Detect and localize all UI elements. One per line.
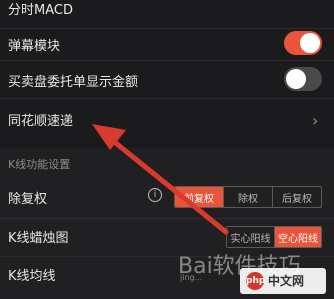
- danmu-toggle[interactable]: [284, 31, 322, 55]
- php-logo-icon: php: [246, 272, 265, 290]
- candle-segmented-control: 实心阳线 空心阳线: [226, 226, 322, 248]
- section-title: K线功能设置: [8, 158, 71, 171]
- option-solid-candle[interactable]: 实心阳线: [227, 227, 274, 247]
- option-chuquan[interactable]: 除权: [223, 187, 272, 207]
- setting-row-sudi[interactable]: 同花顺速递: [0, 99, 334, 137]
- setting-row-macd[interactable]: 分时MACD: [0, 0, 334, 28]
- option-hollow-candle[interactable]: 空心阳线: [274, 227, 321, 247]
- setting-label-ma: K线均线: [8, 269, 56, 284]
- toggle-knob: [286, 69, 306, 89]
- amount-toggle[interactable]: [284, 67, 322, 91]
- setting-label-candle: K线蜡烛图: [8, 231, 69, 246]
- setting-label-macd: 分时MACD: [8, 3, 73, 18]
- info-icon[interactable]: i: [148, 188, 162, 202]
- toggle-knob: [300, 33, 320, 53]
- php-logo: php 中文网: [240, 268, 326, 294]
- setting-label-sudi: 同花顺速递: [8, 114, 74, 129]
- setting-row-danmu[interactable]: 弹幕模块: [0, 29, 334, 59]
- setting-label-fuquan: 除复权: [8, 192, 48, 207]
- option-houfuquan[interactable]: 后复权: [272, 187, 321, 207]
- watermark-subtext: jing...: [180, 273, 203, 282]
- gear-icon[interactable]: [253, 0, 269, 2]
- setting-label-danmu: 弹幕模块: [8, 39, 61, 54]
- setting-label-amount: 买卖盘委托单显示金额: [8, 75, 139, 90]
- php-logo-text: 中文网: [268, 274, 305, 288]
- setting-row-amount[interactable]: 买卖盘委托单显示金额: [0, 61, 334, 97]
- option-qianfuquan[interactable]: 前复权: [175, 187, 223, 207]
- fuquan-segmented-control: 前复权 除权 后复权: [174, 186, 322, 208]
- chevron-right-icon[interactable]: ›: [312, 111, 318, 130]
